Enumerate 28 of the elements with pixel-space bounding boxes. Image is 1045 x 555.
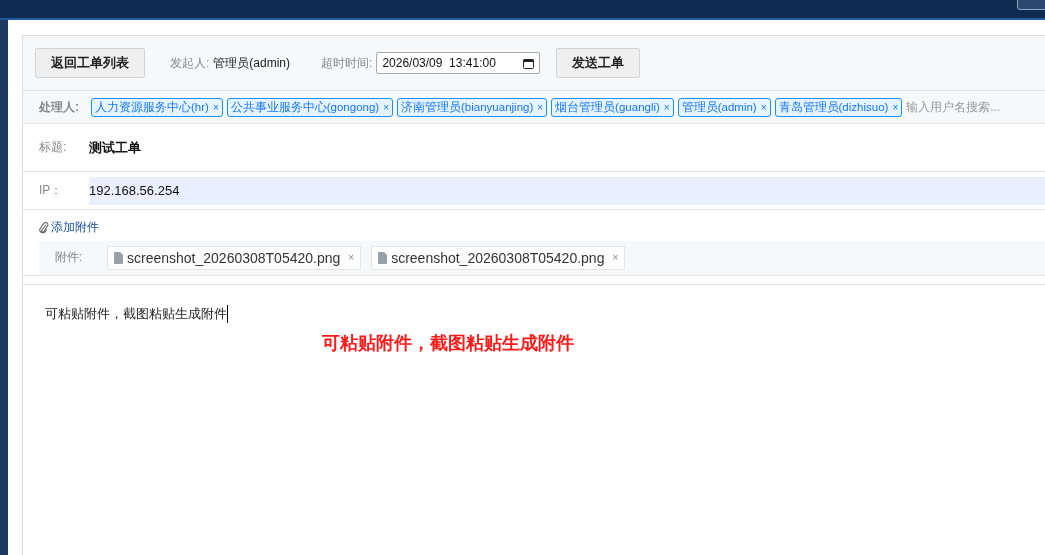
attachments-label: 附件: [55,249,84,266]
title-label: 标题: [39,139,68,156]
send-button[interactable]: 发送工单 [556,48,641,78]
handler-tag[interactable]: 青岛管理员(dizhisuo) × [774,97,903,117]
attachment-chip[interactable]: screenshot_20260308T05420.png × [107,245,362,270]
handler-tag[interactable]: 公共事业服务中心(gongong) × [226,97,393,117]
handler-tag[interactable]: 烟台管理员(guangli) × [551,97,674,117]
timeout-field[interactable]: 2026/03/09 13:41:00 [376,52,541,74]
initiator-label: 发起人: [170,54,210,72]
paperclip-icon [39,221,49,234]
handler-tag[interactable]: 济南管理员(bianyuanjing) × [397,97,548,117]
add-attachment-link[interactable]: 添加附件 [39,219,99,236]
ip-label: IP： [39,182,64,199]
initiator-value: 管理员(admin) [213,54,291,72]
ip-field[interactable]: 192.168.56.254 [89,176,1045,205]
handlers-label: 处理人: [39,98,79,116]
file-icon [378,251,388,264]
calendar-icon [523,57,535,69]
annotation-text: 可粘贴附件，截图粘贴生成附件 [322,332,575,355]
user-search-field[interactable]: 输入用户名搜索... [906,100,1017,114]
file-icon [114,251,123,264]
timeout-label: 超时时间: [321,54,373,72]
title-value: 测试工单 [89,138,141,157]
editor-text[interactable]: 可粘贴附件，截图粘贴生成附件 [45,305,228,323]
attachment-chip[interactable]: screenshot_20260308T05420.png × [371,245,626,270]
handler-tag[interactable]: 人力资源服务中心(hr) × [91,97,223,117]
back-button[interactable]: 返回工单列表 [35,48,145,78]
handler-tag[interactable]: 管理员(admin) × [677,97,771,117]
